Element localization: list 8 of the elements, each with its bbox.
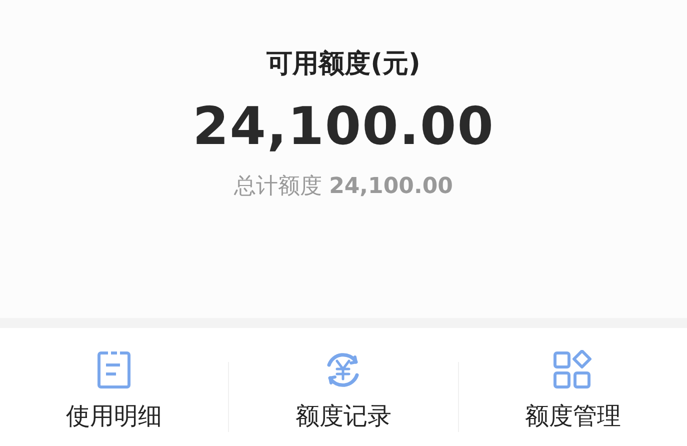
action-label[interactable]: 使用明细 bbox=[66, 400, 162, 432]
balance-title: 可用额度(元) bbox=[266, 48, 420, 81]
grid-icon[interactable] bbox=[552, 350, 593, 390]
available-amount: 24,100.00 bbox=[192, 97, 494, 157]
action-label[interactable]: 额度管理 bbox=[524, 400, 621, 432]
clipboard-icon[interactable] bbox=[96, 350, 132, 390]
total-limit: 总计额度 24,100.00 bbox=[234, 173, 453, 201]
action-label[interactable]: 额度记录 bbox=[295, 400, 392, 432]
